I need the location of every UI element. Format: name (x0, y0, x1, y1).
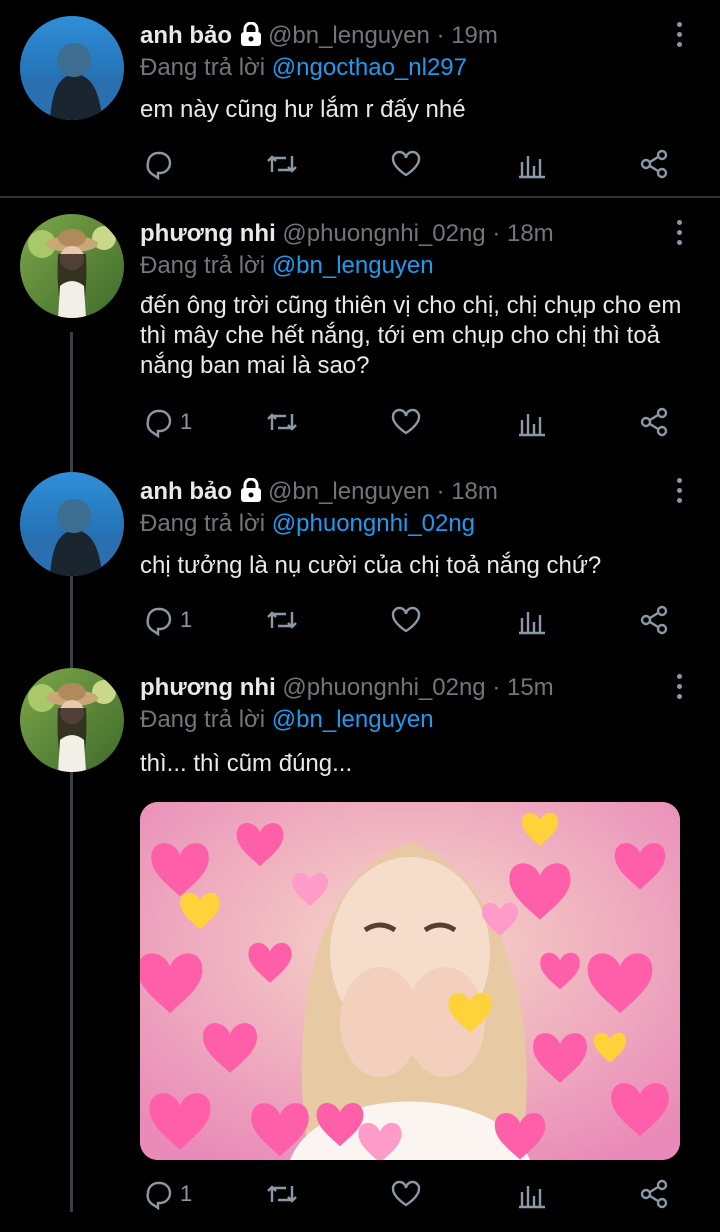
display-name[interactable]: phương nhi (140, 220, 276, 247)
mention-link[interactable]: @bn_lenguyen (272, 706, 434, 733)
retweet-icon (267, 155, 297, 173)
reply-prefix: Đang trả lời (140, 510, 266, 537)
like-icon (391, 1180, 421, 1207)
like-button[interactable] (390, 1176, 422, 1212)
display-name[interactable]: phương nhi (140, 674, 276, 701)
tweet-text: đến ông trời cũng thiên vị cho chị, chị … (140, 292, 682, 379)
avatar[interactable] (20, 214, 124, 318)
attached-image[interactable] (140, 802, 680, 1160)
retweet-button[interactable] (264, 1176, 300, 1212)
reply-button[interactable] (142, 146, 180, 182)
analytics-button[interactable] (516, 404, 548, 440)
share-button[interactable] (638, 602, 670, 638)
reply-count: 1 (180, 607, 193, 632)
retweet-icon (267, 611, 297, 629)
reply-button[interactable]: 1 (142, 1176, 192, 1212)
display-name[interactable]: anh bảo (140, 478, 232, 505)
timestamp[interactable]: 18m (507, 220, 554, 247)
separator-dot: · (492, 674, 501, 701)
reply-count: 1 (180, 1181, 193, 1206)
user-handle[interactable]: @phuongnhi_02ng (282, 674, 485, 701)
tweet-text: chị tưởng là nụ cười của chị toả nắng ch… (140, 552, 602, 579)
reply-icon (146, 151, 172, 180)
share-icon (640, 149, 668, 179)
share-button[interactable] (638, 146, 670, 182)
more-icon[interactable] (672, 220, 686, 250)
like-icon (391, 150, 421, 177)
analytics-button[interactable] (516, 602, 548, 638)
like-icon (391, 606, 421, 633)
analytics-icon (519, 414, 545, 437)
separator-dot: · (436, 478, 445, 505)
reply-button[interactable]: 1 (142, 404, 192, 440)
action-bar: 1 (140, 602, 680, 638)
reply-icon (146, 409, 172, 438)
tweet[interactable]: phương nhi @phuongnhi_02ng · 18m Đang tr… (0, 198, 720, 454)
reply-context: Đang trả lời @bn_lenguyen (140, 250, 434, 282)
tweet-header: anh bảo @bn_lenguyen · 18m (140, 476, 660, 511)
share-icon (640, 605, 668, 635)
separator-dot: · (492, 220, 501, 247)
tweet-header: phương nhi @phuongnhi_02ng · 18m (140, 218, 660, 250)
retweet-button[interactable] (264, 404, 300, 440)
action-bar: 1 (140, 404, 680, 440)
tweet[interactable]: phương nhi @phuongnhi_02ng · 15m Đang tr… (0, 652, 720, 1232)
more-icon[interactable] (672, 674, 686, 704)
lock-icon (240, 477, 262, 511)
tweet-header: phương nhi @phuongnhi_02ng · 15m (140, 672, 660, 704)
analytics-button[interactable] (516, 1176, 548, 1212)
reply-icon (146, 607, 172, 636)
retweet-button[interactable] (264, 146, 300, 182)
mention-link[interactable]: @ngocthao_nl297 (272, 54, 467, 81)
timestamp[interactable]: 19m (451, 22, 498, 49)
share-icon (640, 1179, 668, 1209)
timestamp[interactable]: 18m (451, 478, 498, 505)
reply-context: Đang trả lời @ngocthao_nl297 (140, 52, 467, 84)
analytics-icon (519, 1186, 545, 1209)
like-button[interactable] (390, 146, 422, 182)
reply-prefix: Đang trả lời (140, 54, 266, 81)
more-icon[interactable] (672, 22, 686, 52)
tweet[interactable]: anh bảo @bn_lenguyen · 19m Đang trả lời @… (0, 0, 720, 196)
lock-icon (240, 21, 262, 55)
retweet-icon (267, 1185, 297, 1203)
reply-prefix: Đang trả lời (140, 252, 266, 279)
user-handle[interactable]: @bn_lenguyen (268, 478, 430, 505)
avatar[interactable] (20, 668, 124, 772)
reply-count: 1 (180, 409, 193, 434)
action-bar (140, 146, 680, 182)
mention-link[interactable]: @phuongnhi_02ng (272, 510, 475, 537)
reply-context: Đang trả lời @phuongnhi_02ng (140, 508, 475, 540)
retweet-icon (267, 413, 297, 431)
user-handle[interactable]: @bn_lenguyen (268, 22, 430, 49)
timestamp[interactable]: 15m (507, 674, 554, 701)
reply-icon (146, 1181, 172, 1210)
action-bar: 1 (140, 1176, 680, 1212)
user-handle[interactable]: @phuongnhi_02ng (282, 220, 485, 247)
reply-context: Đang trả lời @bn_lenguyen (140, 704, 434, 736)
analytics-icon (519, 156, 545, 179)
reply-prefix: Đang trả lời (140, 706, 266, 733)
separator-dot: · (436, 22, 445, 49)
share-button[interactable] (638, 1176, 670, 1212)
tweet-text: em này cũng hư lắm r đấy nhé (140, 96, 466, 123)
display-name[interactable]: anh bảo (140, 22, 232, 49)
like-button[interactable] (390, 602, 422, 638)
retweet-button[interactable] (264, 602, 300, 638)
like-button[interactable] (390, 404, 422, 440)
avatar[interactable] (20, 16, 124, 120)
tweet-header: anh bảo @bn_lenguyen · 19m (140, 20, 660, 55)
more-icon[interactable] (672, 478, 686, 508)
share-icon (640, 407, 668, 437)
mention-link[interactable]: @bn_lenguyen (272, 252, 434, 279)
share-button[interactable] (638, 404, 670, 440)
tweet-text: thì... thì cũm đúng... (140, 750, 353, 777)
reply-button[interactable]: 1 (142, 602, 192, 638)
avatar[interactable] (20, 472, 124, 576)
like-icon (391, 408, 421, 435)
analytics-button[interactable] (516, 146, 548, 182)
tweet[interactable]: anh bảo @bn_lenguyen · 18m Đang trả lời @… (0, 456, 720, 652)
analytics-icon (519, 612, 545, 635)
